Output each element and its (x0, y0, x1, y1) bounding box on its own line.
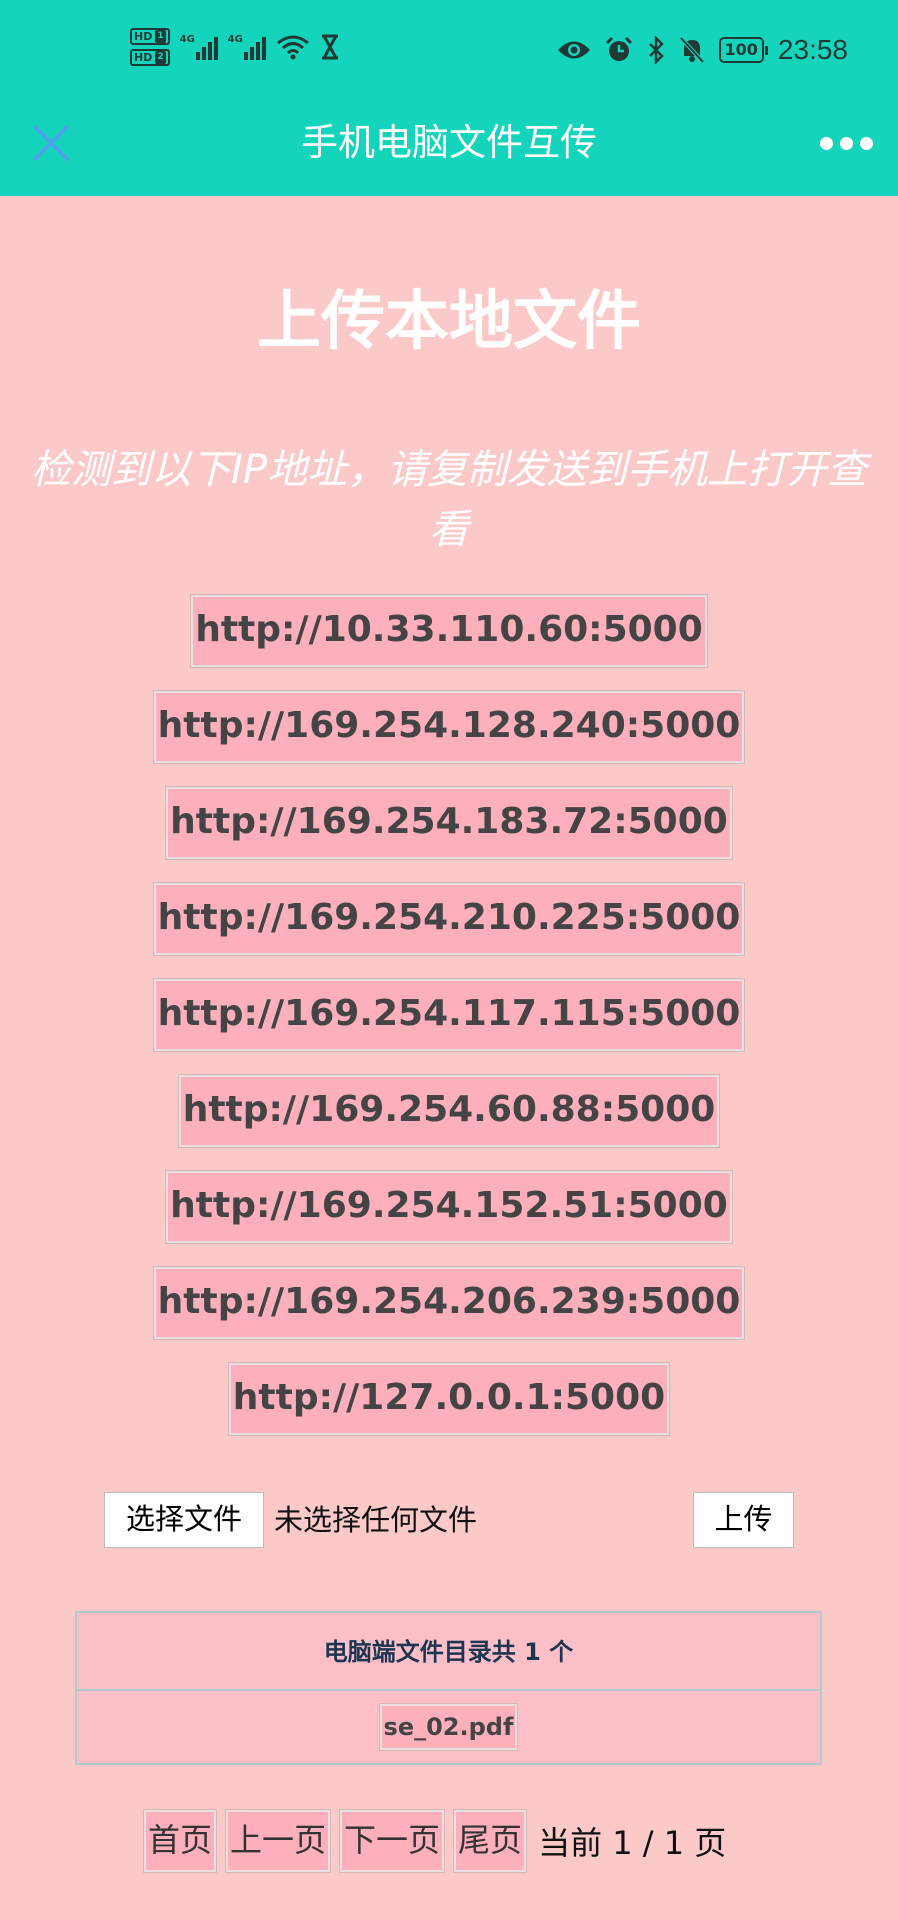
ip-link[interactable]: http://169.254.152.51:5000 (166, 1171, 732, 1243)
sim1-hd-badge: HD 1 (130, 28, 170, 45)
bluetooth-icon (648, 36, 664, 64)
status-right: 100 23:58 (557, 34, 848, 66)
page-indicator: 当前 1 / 1 页 (538, 1824, 727, 1862)
sim-indicators: HD 1 HD 2 (130, 28, 170, 66)
upload-form: 选择文件 未选择任何文件 上传 (0, 1492, 898, 1548)
prev-page-button[interactable]: 上一页 (226, 1810, 331, 1872)
upload-heading: 上传本地文件 (257, 285, 641, 359)
ip-link[interactable]: http://10.33.110.60:5000 (191, 595, 707, 667)
pagination: 首页 上一页 下一页 尾页 当前 1 / 1 页 (144, 1810, 726, 1872)
choose-file-button[interactable]: 选择文件 (104, 1492, 264, 1548)
alarm-icon (605, 36, 632, 61)
table-row: se_02.pdf (77, 1691, 820, 1763)
upload-button[interactable]: 上传 (693, 1492, 794, 1548)
page-title: 手机电脑文件互传 (301, 121, 597, 164)
status-left: HD 1 HD 2 4G 4G (130, 28, 340, 66)
hourglass-icon (321, 34, 338, 60)
sim2-hd-badge: HD 2 (130, 49, 170, 66)
ip-link[interactable]: http://169.254.128.240:5000 (153, 691, 745, 763)
title-bar: 手机电脑文件互传 (0, 100, 898, 196)
status-time: 23:58 (777, 34, 848, 65)
last-page-button[interactable]: 尾页 (454, 1810, 527, 1872)
file-directory-table: 电脑端文件目录共 1 个 se_02.pdf (75, 1611, 822, 1765)
ip-link[interactable]: http://169.254.117.115:5000 (153, 979, 745, 1051)
more-options-icon[interactable] (820, 130, 876, 156)
wifi-icon (276, 35, 309, 60)
mute-bell-icon (679, 36, 704, 64)
signal-1-icon: 4G (180, 34, 218, 60)
eye-icon (557, 41, 590, 59)
ip-link[interactable]: http://169.254.210.225:5000 (153, 883, 745, 955)
first-page-button[interactable]: 首页 (144, 1810, 217, 1872)
ip-link[interactable]: http://169.254.183.72:5000 (166, 787, 732, 859)
ip-description: 检测到以下IP地址，请复制发送到手机上打开查看 (31, 447, 867, 553)
file-link[interactable]: se_02.pdf (379, 1704, 518, 1750)
app-header: HD 1 HD 2 4G 4G 100 23:58 手机电脑文件互传 (0, 0, 898, 196)
ip-address-list: http://10.33.110.60:5000 http://169.254.… (0, 595, 898, 1435)
next-page-button[interactable]: 下一页 (340, 1810, 445, 1872)
ip-link[interactable]: http://127.0.0.1:5000 (228, 1363, 670, 1435)
status-bar: HD 1 HD 2 4G 4G 100 23:58 (0, 0, 898, 100)
ip-link[interactable]: http://169.254.60.88:5000 (178, 1075, 720, 1147)
file-table-header: 电脑端文件目录共 1 个 (77, 1613, 820, 1691)
ip-link[interactable]: http://169.254.206.239:5000 (153, 1267, 745, 1339)
no-file-selected-text: 未选择任何文件 (274, 1503, 478, 1537)
battery-indicator: 100 (718, 37, 769, 63)
signal-2-icon: 4G (228, 34, 266, 60)
